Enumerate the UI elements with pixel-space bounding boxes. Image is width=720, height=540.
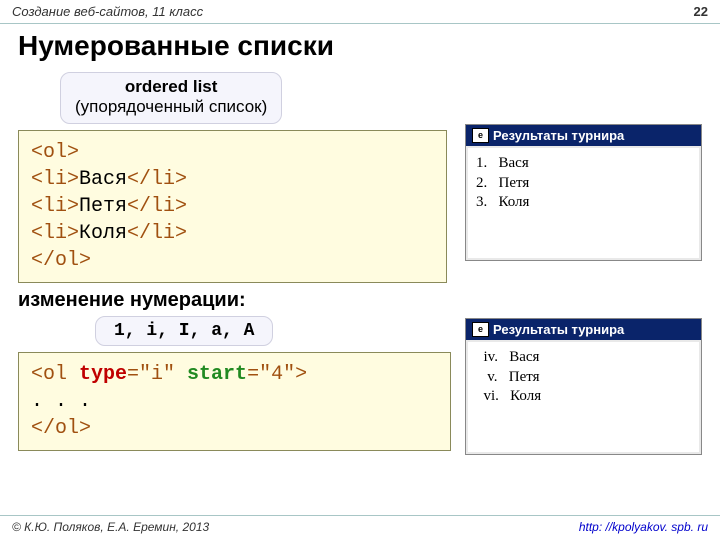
code-text: Вася <box>79 168 127 191</box>
code-text: Коля <box>79 222 127 245</box>
copyright: © К.Ю. Поляков, Е.А. Еремин, 2013 <box>12 520 209 534</box>
code-text: > <box>79 249 91 272</box>
list-item: v. Петя <box>476 368 691 388</box>
code-keyword: type <box>79 363 127 386</box>
course-label: Создание веб-сайтов, 11 класс <box>12 4 203 19</box>
callout-plain: (упорядоченный список) <box>75 97 267 116</box>
subhead: изменение нумерации: <box>0 283 720 312</box>
preview-content: 1. Вася 2. Петя 3. Коля <box>468 148 699 258</box>
preview-content: iv. Вася v. Петя vi. Коля <box>468 342 699 452</box>
titlebar: e Результаты турнира <box>466 125 701 146</box>
header: Создание веб-сайтов, 11 класс 22 <box>0 0 720 24</box>
code-text: </ol <box>31 249 79 272</box>
code-text: </li> <box>127 168 187 191</box>
list-item: vi. Коля <box>476 387 691 407</box>
code-text: <li> <box>31 168 79 191</box>
window-icon: e <box>472 322 489 337</box>
footer: © К.Ю. Поляков, Е.А. Еремин, 2013 http: … <box>0 515 720 540</box>
code-text: <li> <box>31 222 79 245</box>
list-item: iv. Вася <box>476 348 691 368</box>
code-text: </ol> <box>31 417 91 440</box>
code-text: </li> <box>127 195 187 218</box>
code-text: </li> <box>127 222 187 245</box>
code-block-1: <ol> <li>Вася</li> <li>Петя</li> <li>Кол… <box>18 130 447 283</box>
page-number: 22 <box>694 4 708 19</box>
preview-window-1: e Результаты турнира 1. Вася 2. Петя 3. … <box>465 124 702 261</box>
footer-link[interactable]: http: //kpolyakov. spb. ru <box>579 520 708 534</box>
code-block-2: <ol type="i" start="4"> . . . </ol> <box>18 352 451 451</box>
code-text: . . . <box>31 388 438 415</box>
window-title: Результаты турнира <box>493 128 624 143</box>
callout-types: 1, i, I, a, A <box>95 316 273 346</box>
list-item: 3. Коля <box>476 193 691 213</box>
titlebar: e Результаты турнира <box>466 319 701 340</box>
code-text: <ol <box>31 363 79 386</box>
code-text: Петя <box>79 195 127 218</box>
callout-ordered-list: ordered list (упорядоченный список) <box>60 72 282 124</box>
list-item: 2. Петя <box>476 174 691 194</box>
window-icon: e <box>472 128 489 143</box>
code-text: > <box>67 141 79 164</box>
callout-bold: ordered list <box>125 77 218 96</box>
preview-window-2: e Результаты турнира iv. Вася v. Петя vi… <box>465 318 702 455</box>
code-text: ="4"> <box>247 363 307 386</box>
window-title: Результаты турнира <box>493 322 624 337</box>
code-text: <ol <box>31 141 67 164</box>
code-keyword: start <box>187 363 247 386</box>
code-text: <li> <box>31 195 79 218</box>
page-title: Нумерованные списки <box>0 24 720 64</box>
code-text: ="i" <box>127 363 187 386</box>
list-item: 1. Вася <box>476 154 691 174</box>
